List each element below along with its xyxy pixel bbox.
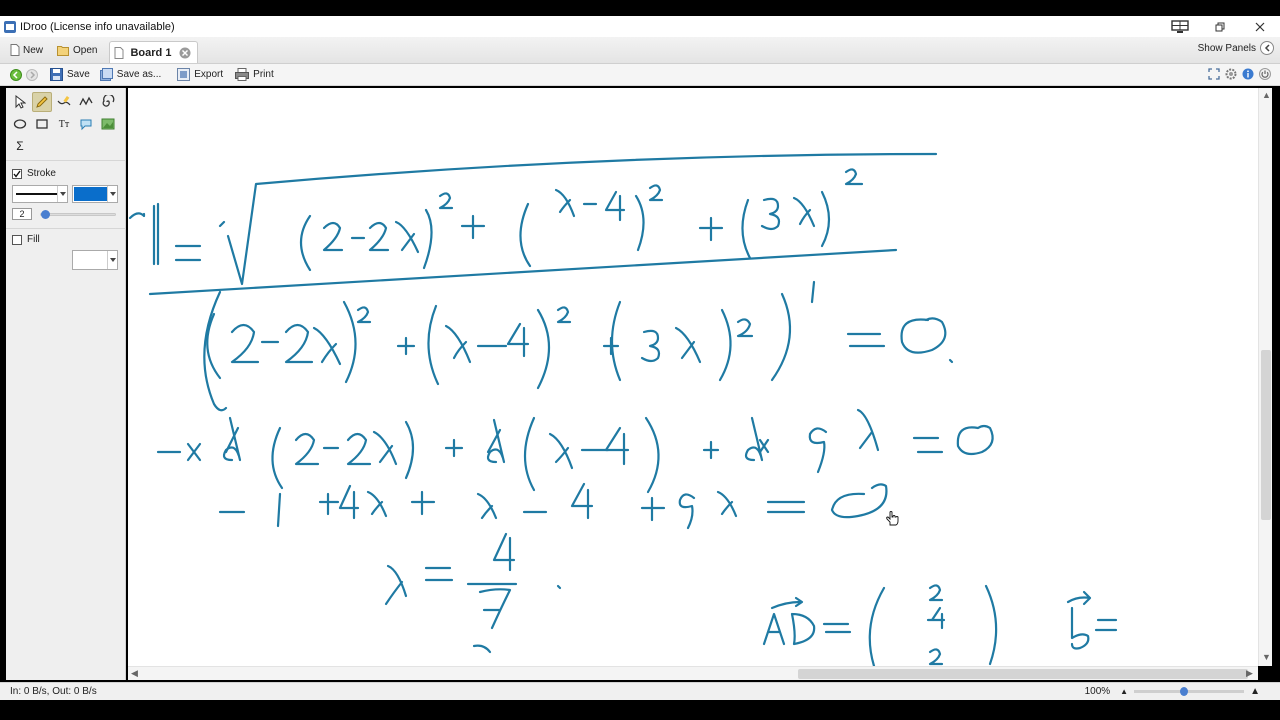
- hand-cursor-icon: [886, 511, 899, 526]
- settings-gear-icon[interactable]: [1224, 67, 1238, 81]
- print-button[interactable]: Print: [235, 68, 274, 81]
- printer-icon: [235, 68, 250, 81]
- stroke-color-picker[interactable]: [72, 185, 118, 203]
- zoom-level: 100%: [1084, 686, 1111, 697]
- rectangle-tool-icon[interactable]: [32, 114, 52, 134]
- vertical-scrollbar[interactable]: ▲ ▼: [1258, 88, 1272, 666]
- board-tab-label: Board 1: [130, 46, 172, 59]
- whiteboard-canvas[interactable]: [128, 88, 1258, 666]
- panel-divider: [6, 160, 126, 161]
- save-label: Save: [67, 69, 90, 80]
- save-as-button[interactable]: Save as...: [99, 68, 162, 81]
- zoom-slider-thumb[interactable]: [1179, 687, 1188, 696]
- open-button[interactable]: Open: [53, 40, 101, 60]
- new-button[interactable]: New: [6, 40, 47, 60]
- export-label: Export: [194, 69, 224, 80]
- text-tool-icon[interactable]: Tт: [54, 114, 74, 134]
- network-status: In: 0 B/s, Out: 0 B/s: [10, 686, 97, 697]
- show-panels-label: Show Panels: [1197, 42, 1256, 54]
- stroke-line-preview: [16, 193, 58, 195]
- title-bar: IDroo (License info unavailable): [0, 16, 1280, 37]
- status-bar: In: 0 B/s, Out: 0 B/s 100% ▲ ▲: [0, 682, 1280, 700]
- save-as-icon: [99, 68, 113, 81]
- chevron-down-icon: [57, 186, 67, 202]
- app-logo-icon: [4, 20, 16, 33]
- callout-tool-icon[interactable]: [76, 114, 96, 134]
- board-icon: [114, 46, 124, 59]
- spiral-tool-icon[interactable]: [98, 92, 118, 112]
- display-icon[interactable]: [1160, 16, 1200, 37]
- open-label: Open: [73, 44, 98, 56]
- chevron-down-icon: [107, 186, 117, 202]
- stroke-toggle[interactable]: Stroke: [12, 168, 56, 179]
- fill-checkbox[interactable]: [12, 234, 22, 245]
- tab-bar: New Open Board 1 Show Panels: [0, 37, 1280, 64]
- stroke-size-slider[interactable]: [40, 213, 116, 216]
- zoom-in-icon[interactable]: ▲: [1250, 686, 1260, 697]
- show-panels-button[interactable]: Show Panels: [1198, 41, 1274, 55]
- close-tab-icon[interactable]: [179, 47, 191, 59]
- stroke-checkbox[interactable]: [12, 168, 22, 179]
- tools-panel: Tт Σ Stroke 2 Fill: [6, 88, 126, 680]
- floppy-disk-icon: [50, 68, 63, 81]
- chevron-left-icon: [1260, 41, 1274, 55]
- horizontal-scroll-thumb[interactable]: [798, 669, 1248, 679]
- image-tool-icon[interactable]: [98, 114, 118, 134]
- fill-toggle[interactable]: Fill: [12, 234, 40, 245]
- scroll-down-icon[interactable]: ▼: [1262, 652, 1271, 662]
- stroke-color-preview: [74, 187, 107, 201]
- horizontal-scrollbar[interactable]: ◀ ▶: [128, 666, 1258, 680]
- back-icon[interactable]: [10, 68, 22, 81]
- info-icon[interactable]: [1241, 67, 1255, 81]
- save-button[interactable]: Save: [50, 68, 90, 81]
- toolbar-right-icons: [1204, 67, 1272, 81]
- main-toolbar: Save Save as... Export Print: [0, 64, 1280, 86]
- forward-icon[interactable]: [26, 68, 38, 81]
- scroll-up-icon[interactable]: ▲: [1262, 90, 1271, 100]
- handwritten-math-ink: [128, 152, 1118, 666]
- fill-color-picker[interactable]: [72, 250, 118, 270]
- window-controls: [1160, 16, 1280, 37]
- window-title: IDroo (License info unavailable): [20, 20, 175, 33]
- zoom-out-icon[interactable]: ▲: [1120, 687, 1128, 696]
- formula-tool-icon[interactable]: Σ: [10, 136, 30, 156]
- new-document-icon: [10, 44, 20, 56]
- print-label: Print: [253, 69, 274, 80]
- pencil-tool-icon[interactable]: [32, 92, 52, 112]
- tab-board-1[interactable]: Board 1: [109, 41, 199, 63]
- stroke-label: Stroke: [27, 168, 56, 179]
- highlighter-tool-icon[interactable]: [54, 92, 74, 112]
- vertical-scroll-thumb[interactable]: [1261, 350, 1271, 520]
- panel-divider: [6, 228, 126, 229]
- restore-window-icon[interactable]: [1200, 16, 1240, 37]
- letterbox-bottom: [0, 700, 1280, 720]
- scroll-right-icon[interactable]: ▶: [1246, 668, 1253, 679]
- zoom-control: 100% ▲ ▲: [1085, 686, 1260, 697]
- new-label: New: [23, 44, 44, 56]
- export-button[interactable]: Export: [177, 68, 223, 81]
- idroo-app: IDroo (License info unavailable) New Ope…: [0, 0, 1280, 720]
- close-window-icon[interactable]: [1240, 16, 1280, 37]
- save-as-label: Save as...: [116, 69, 162, 80]
- letterbox-top: [0, 0, 1280, 16]
- power-icon[interactable]: [1258, 67, 1272, 81]
- chevron-down-icon: [107, 251, 117, 269]
- select-tool-icon[interactable]: [10, 92, 30, 112]
- open-folder-icon: [57, 45, 70, 56]
- stroke-size-field[interactable]: 2: [12, 208, 32, 220]
- ellipse-tool-icon[interactable]: [10, 114, 30, 134]
- stroke-style-select[interactable]: [12, 185, 68, 203]
- scroll-left-icon[interactable]: ◀: [131, 668, 138, 679]
- fill-label: Fill: [27, 234, 40, 245]
- polyline-tool-icon[interactable]: [76, 92, 96, 112]
- stroke-size-slider-thumb[interactable]: [41, 210, 50, 219]
- zoom-slider[interactable]: [1134, 687, 1245, 696]
- export-icon: [177, 68, 191, 81]
- fullscreen-icon[interactable]: [1207, 67, 1221, 81]
